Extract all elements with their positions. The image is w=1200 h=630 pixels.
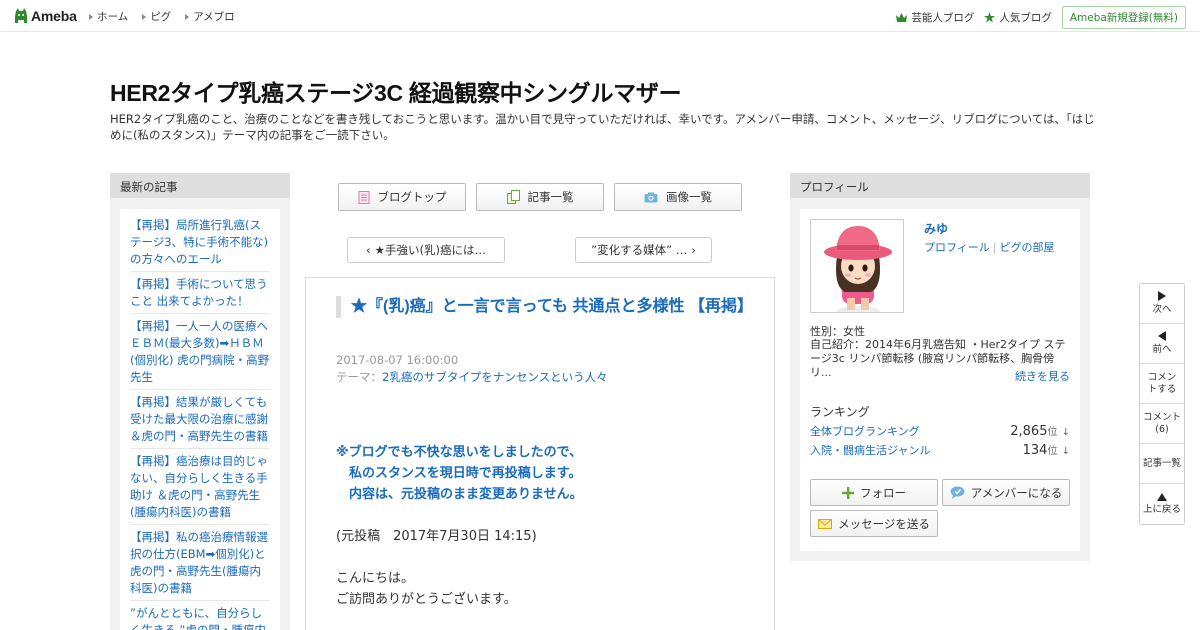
notice-line: 内容は、元投稿のまま変更ありません。: [336, 487, 583, 502]
arrow-down-icon: ↓: [1061, 427, 1070, 438]
entry-theme: テーマ：2乳癌のサブタイプをナンセンスという人々: [336, 370, 608, 384]
recent-post-item[interactable]: 【再掲】結果が厳しくても受けた最大限の治療に感謝 ＆虎の門・高野先生の書籍: [130, 390, 270, 449]
write-comment-side-button[interactable]: コメントする: [1140, 364, 1184, 404]
entry-title-block: ★『(乳)癌』と一言で言っても 共通点と多様性 【再掲】: [336, 296, 753, 318]
recent-post-item[interactable]: ”がんとともに、自分らしく生きる ”虎の門・腫瘍内: [130, 601, 270, 630]
entry-body: ※ブログでも不快な思いをしましたので、 私のスタンスを現日時で再投稿します。 内…: [336, 442, 756, 610]
follow-button[interactable]: フォロー: [810, 479, 938, 506]
ranking-label[interactable]: 全体ブログランキング: [810, 423, 920, 439]
entry-title[interactable]: ★『(乳)癌』と一言で言っても 共通点と多様性 【再掲】: [351, 296, 753, 318]
recent-post-item[interactable]: 【再掲】私の癌治療情報選択の仕方(EBM➡個別化)と虎の門・高野先生(腫瘍内科医…: [130, 525, 270, 601]
recent-posts-list: 【再掲】局所進行乳癌(ステージ3、特に手術不能な)の方々へのエール 【再掲】手術…: [120, 209, 280, 630]
ranking-value: 134位 ↓: [1022, 443, 1070, 458]
read-more-link[interactable]: 続きを見る: [1015, 368, 1070, 384]
ranking-row: 全体ブログランキング 2,865位 ↓: [810, 423, 1070, 439]
plus-icon: [842, 486, 854, 499]
caret-right-icon: [185, 13, 190, 20]
image-list-button[interactable]: 画像一覧: [614, 183, 742, 211]
post-list-side-button[interactable]: 記事一覧: [1140, 444, 1184, 484]
notice-line: 私のスタンスを現日時で再投稿します。: [336, 466, 582, 481]
ranking-row: 入院・闘病生活ジャンル 134位 ↓: [810, 442, 1070, 458]
chevron-right-icon: ›: [691, 243, 696, 257]
crown-icon: [896, 13, 908, 22]
nav-ameblo[interactable]: アメブロ: [185, 9, 235, 24]
pigg-room-link[interactable]: ピグの部屋: [1000, 241, 1055, 254]
triangle-left-icon: [1158, 331, 1166, 341]
blog-description: HER2タイプ乳癌のこと、治療のことなどを書き残しておこうと思います。温かい目で…: [110, 112, 1095, 142]
send-message-button[interactable]: メッセージを送る: [810, 510, 938, 537]
global-right-links: 芸能人ブログ 人気ブログ Ameba新規登録(無料): [896, 6, 1186, 29]
avatar-image: [811, 220, 903, 312]
greeting-line: こんにちは。: [336, 571, 415, 586]
recent-posts-sidebar: 最新の記事 【再掲】局所進行乳癌(ステージ3、特に手術不能な)の方々へのエール …: [110, 173, 290, 630]
profile-sidebar: プロフィール みゆ プロフィール | ピグの部屋 性別：女性 自己紹介：2014…: [790, 173, 1090, 561]
global-header: Ameba ホーム ピグ アメブロ 芸能人ブログ 人気ブログ Ameba新規登録…: [0, 0, 1200, 32]
star-icon: [984, 12, 996, 23]
profile-name[interactable]: みゆ: [924, 220, 948, 237]
caret-right-icon: [142, 13, 147, 20]
profile-gender: 性別：女性: [810, 325, 865, 338]
ranking-value: 2,865位 ↓: [1010, 424, 1070, 439]
notice-line: ※ブログでも不快な思いをしましたので、: [336, 445, 583, 460]
ranking-label[interactable]: 入院・闘病生活ジャンル: [810, 442, 930, 458]
entry-theme-link[interactable]: 2乳癌のサブタイプをナンセンスという人々: [382, 370, 608, 384]
profile-box: みゆ プロフィール | ピグの部屋 性別：女性 自己紹介：2014年6月乳癌告知 ・…: [800, 209, 1080, 551]
ameba-logo-icon: [15, 8, 27, 23]
envelope-icon: [818, 518, 833, 529]
original-post-note: (元投稿 2017年7月30日 14:15): [336, 529, 537, 544]
arrow-down-icon: ↓: [1061, 446, 1070, 457]
recent-posts-heading: 最新の記事: [110, 173, 290, 198]
next-post-side-button[interactable]: 次へ: [1140, 284, 1184, 324]
nav-home[interactable]: ホーム: [89, 9, 128, 24]
greeting-line: ご訪問ありがとうございます。: [336, 592, 517, 607]
profile-link[interactable]: プロフィール: [924, 241, 990, 254]
avatar[interactable]: [810, 219, 904, 313]
recent-post-item[interactable]: 【再掲】手術について思うこと 出来てよかった！: [130, 272, 270, 314]
previous-post-link[interactable]: ‹ ★手強い(乳)癌には…: [347, 237, 505, 263]
recent-post-item[interactable]: 【再掲】局所進行乳癌(ステージ3、特に手術不能な)の方々へのエール: [130, 213, 270, 272]
post-list-button[interactable]: 記事一覧: [476, 183, 604, 211]
profile-links: プロフィール | ピグの部屋: [924, 241, 1055, 254]
blog-top-button[interactable]: ブログトップ: [338, 183, 466, 211]
back-to-top-side-button[interactable]: 上に戻る: [1140, 484, 1184, 524]
floating-side-nav: 次へ 前へ コメントする コメント (6) 記事一覧 上に戻る: [1139, 283, 1185, 525]
ranking-heading: ランキング: [810, 405, 870, 419]
celebrity-blog-link[interactable]: 芸能人ブログ: [896, 10, 974, 25]
blog-title[interactable]: HER2タイプ乳癌ステージ3C 経過観察中シングルマザー: [110, 74, 682, 108]
triangle-up-icon: [1157, 492, 1167, 501]
copy-icon: [506, 190, 520, 204]
caret-right-icon: [89, 13, 93, 20]
previous-post-side-button[interactable]: 前へ: [1140, 324, 1184, 364]
amember-button[interactable]: アメンバーになる: [942, 479, 1070, 506]
global-nav: ホーム ピグ アメブロ: [89, 9, 235, 24]
document-icon: [358, 190, 369, 204]
nav-pigg[interactable]: ピグ: [142, 9, 171, 24]
comments-count-side-button[interactable]: コメント (6): [1140, 404, 1184, 444]
article-entry: ★『(乳)癌』と一言で言っても 共通点と多様性 【再掲】 2017-08-07 …: [305, 277, 775, 630]
next-post-link[interactable]: ”変化する媒体” … ›: [575, 237, 712, 263]
ameba-logo[interactable]: Ameba: [14, 7, 77, 25]
triangle-right-icon: [1158, 291, 1166, 301]
recent-post-item[interactable]: 【再掲】一人一人の医療へ ＥＢＭ(最大多数)➡ＨＢＭ(個別化) 虎の門病院・高野…: [130, 314, 270, 390]
recent-post-item[interactable]: 【再掲】癌治療は目的じゃない、自分らしく生きる手助け ＆虎の門・高野先生(腫瘍内…: [130, 449, 270, 525]
register-button[interactable]: Ameba新規登録(無料): [1061, 6, 1186, 29]
popular-blog-link[interactable]: 人気ブログ: [984, 10, 1052, 25]
entry-date: 2017-08-07 16:00:00: [336, 353, 459, 367]
speech-bubble-icon: [950, 486, 965, 499]
logo-text: Ameba: [31, 8, 77, 24]
profile-heading: プロフィール: [790, 173, 1090, 198]
chevron-left-icon: ‹: [366, 243, 371, 257]
camera-icon: [644, 192, 658, 202]
